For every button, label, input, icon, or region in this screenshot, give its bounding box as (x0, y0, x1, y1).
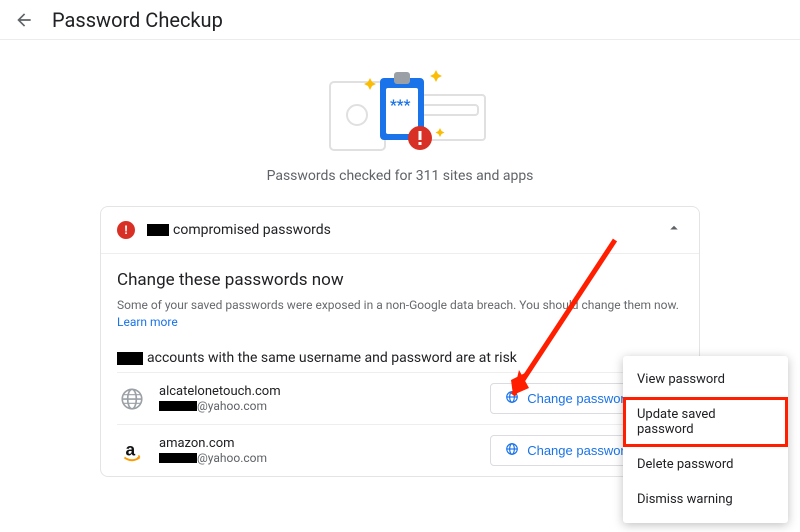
redacted-count (147, 224, 169, 236)
hero-illustration: *** (300, 60, 500, 160)
globe-icon (505, 442, 519, 459)
redacted-email-local (159, 453, 197, 463)
site-email: @yahoo.com (159, 451, 267, 465)
menu-update-password[interactable]: Update saved password (623, 397, 788, 447)
email-suffix: @yahoo.com (197, 399, 267, 413)
menu-view-password[interactable]: View password (623, 362, 788, 397)
site-email: @yahoo.com (159, 399, 281, 413)
menu-delete-password[interactable]: Delete password (623, 447, 788, 482)
topbar: Password Checkup (0, 0, 800, 40)
page-title: Password Checkup (52, 8, 223, 32)
amazon-icon: a (117, 436, 147, 466)
learn-more-link[interactable]: Learn more (117, 315, 178, 329)
section-title: compromised passwords (173, 222, 331, 238)
svg-text:***: *** (390, 96, 411, 114)
compromised-card: ! compromised passwords Change these pas… (100, 206, 700, 477)
account-row: alcatelonetouch.com @yahoo.com Change pa… (117, 372, 683, 424)
email-suffix: @yahoo.com (197, 451, 267, 465)
redacted-email-local (159, 401, 197, 411)
svg-text:a: a (126, 439, 136, 459)
hero-subtitle: Passwords checked for 311 sites and apps (267, 168, 534, 184)
context-menu: View password Update saved password Dele… (623, 356, 788, 523)
risk-line: accounts with the same username and pass… (117, 350, 683, 366)
menu-dismiss-warning[interactable]: Dismiss warning (623, 482, 788, 517)
section-heading: Change these passwords now (117, 270, 683, 290)
risk-text: accounts with the same username and pass… (147, 350, 517, 366)
section-body: Change these passwords now Some of your … (101, 254, 699, 476)
redacted-risk-count (117, 352, 143, 365)
back-arrow-icon[interactable] (12, 8, 36, 32)
change-password-label: Change password (527, 443, 632, 458)
site-name: alcatelonetouch.com (159, 384, 281, 399)
section-header[interactable]: ! compromised passwords (101, 207, 699, 254)
section-description: Some of your saved passwords were expose… (117, 298, 679, 312)
site-name: amazon.com (159, 436, 267, 451)
hero: *** Passwords checked for 311 sites and … (0, 40, 800, 192)
account-row: a amazon.com @yahoo.com Change password (117, 424, 683, 476)
alert-icon: ! (117, 221, 135, 239)
globe-icon (117, 384, 147, 414)
globe-icon (505, 390, 519, 407)
change-password-label: Change password (527, 391, 632, 406)
chevron-up-icon[interactable] (665, 219, 683, 241)
